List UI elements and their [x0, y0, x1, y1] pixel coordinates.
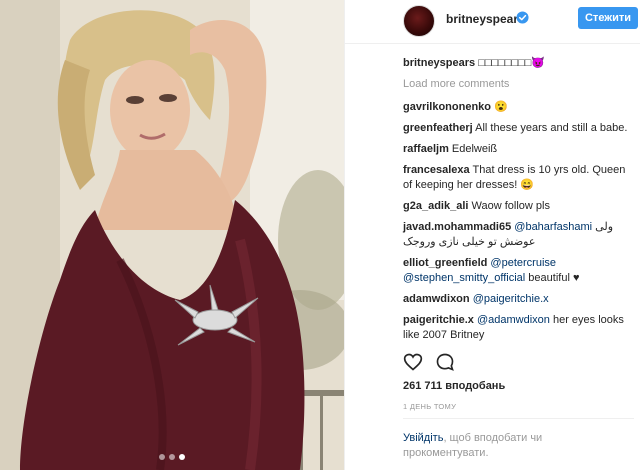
- follow-button[interactable]: Стежити: [578, 7, 638, 29]
- comment: adamwdixon @paigeritchie.x: [403, 292, 635, 307]
- carousel-indicator: [0, 454, 344, 460]
- comment-icon[interactable]: [435, 352, 455, 372]
- post-photo[interactable]: [0, 0, 344, 470]
- carousel-dot[interactable]: [159, 454, 165, 460]
- comment: raffaeljm Edelweiß: [403, 142, 635, 157]
- caption: britneyspears □□□□□□□□😈: [403, 56, 635, 71]
- comment-username[interactable]: javad.mohammadi65: [403, 221, 511, 233]
- carousel-dot[interactable]: [169, 454, 175, 460]
- comments-list: britneyspears □□□□□□□□😈 Load more commen…: [403, 56, 635, 349]
- comment-username[interactable]: raffaeljm: [403, 143, 449, 155]
- load-more-comments-link[interactable]: Load more comments: [403, 77, 635, 92]
- comment-text: beautiful ♥: [525, 272, 580, 284]
- caption-username[interactable]: britneyspears: [403, 57, 475, 69]
- comment: greenfeatherj All these years and still …: [403, 121, 635, 136]
- caption-text: □□□□□□□□😈: [478, 57, 546, 69]
- header-username[interactable]: britneyspears: [446, 12, 525, 26]
- comment-username[interactable]: gavrilkononenko: [403, 101, 491, 113]
- mention-link[interactable]: @stephen_smitty_official: [403, 272, 525, 284]
- comment-text: All these years and still a babe.: [472, 122, 628, 134]
- comment-username[interactable]: paigeritchie.x: [403, 314, 474, 326]
- divider: [403, 418, 634, 419]
- comment-username[interactable]: adamwdixon: [403, 293, 470, 305]
- carousel-dot-active[interactable]: [179, 454, 185, 460]
- post-side-panel: britneyspears Стежити britneyspears □□□□…: [344, 0, 640, 470]
- comment-text: Waow follow pls: [468, 200, 550, 212]
- comment-username[interactable]: greenfeatherj: [403, 122, 473, 134]
- comment: javad.mohammadi65 @baharfashami ولی عوضش…: [403, 220, 635, 250]
- comment: g2a_adik_ali Waow follow pls: [403, 199, 635, 214]
- avatar[interactable]: [403, 5, 435, 37]
- photo-illustration: [0, 0, 344, 470]
- comment-username[interactable]: elliot_greenfield: [403, 257, 487, 269]
- instagram-post: britneyspears Стежити britneyspears □□□□…: [0, 0, 640, 470]
- comment-username[interactable]: francesalexa: [403, 164, 470, 176]
- verified-badge-icon: [516, 11, 529, 24]
- heart-icon[interactable]: [403, 352, 423, 372]
- post-timestamp[interactable]: 1 ДЕНЬ ТОМУ: [403, 402, 456, 411]
- mention-link[interactable]: @adamwdixon: [477, 314, 550, 326]
- mention-link[interactable]: @paigeritchie.x: [473, 293, 549, 305]
- action-bar: [403, 352, 455, 372]
- comment-username[interactable]: g2a_adik_ali: [403, 200, 468, 212]
- comment: gavrilkononenko 😮: [403, 100, 635, 115]
- comment: elliot_greenfield @petercruise @stephen_…: [403, 256, 635, 286]
- comment: paigeritchie.x @adamwdixon her eyes look…: [403, 313, 635, 343]
- mention-link[interactable]: @petercruise: [490, 257, 556, 269]
- comment-text: 😮: [491, 101, 508, 113]
- comment-container: gavrilkononenko 😮 greenfeatherj All these…: [403, 100, 635, 343]
- comment-text: Edelweiß: [448, 143, 498, 155]
- login-link[interactable]: Увійдіть: [403, 432, 443, 444]
- comment: francesalexa That dress is 10 yrs old. Q…: [403, 163, 635, 193]
- mention-link[interactable]: @baharfashami: [514, 221, 592, 233]
- likes-count[interactable]: 261 711 вподобань: [403, 380, 505, 392]
- login-prompt: Увійдіть, щоб вподобати чи прокоментуват…: [403, 431, 583, 461]
